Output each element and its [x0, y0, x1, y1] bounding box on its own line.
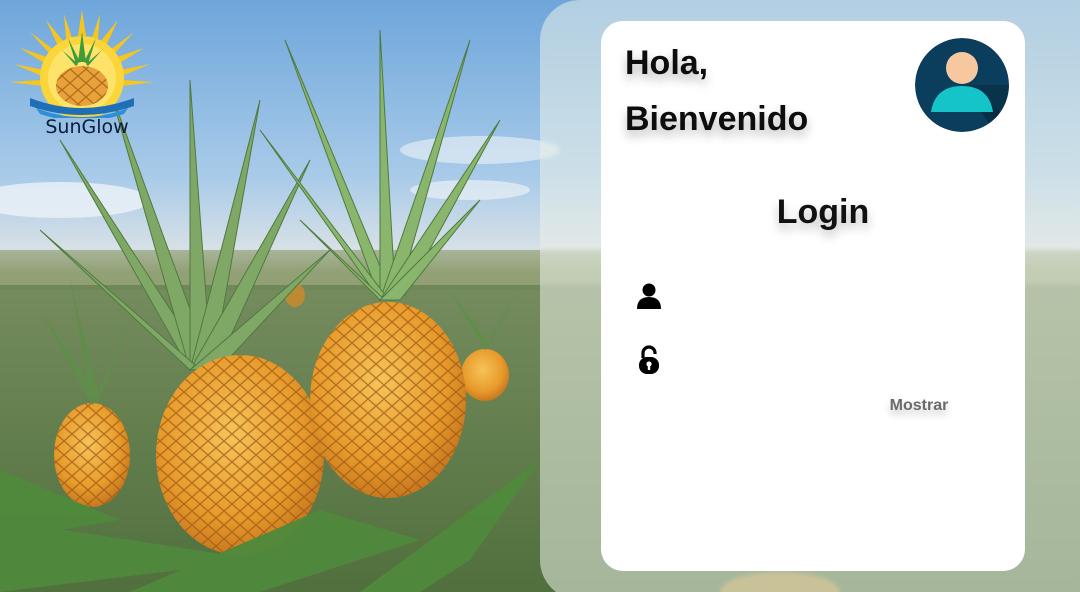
login-screen: SunGlow Hola, Bienvenido Login Mostrar — [0, 0, 1080, 592]
show-password-button[interactable]: Mostrar — [883, 395, 955, 417]
password-field — [635, 342, 985, 378]
greeting-heading: Hola, Bienvenido — [625, 35, 808, 147]
greeting-line1: Hola, — [625, 44, 709, 82]
username-input[interactable] — [677, 280, 985, 312]
username-field — [635, 278, 985, 314]
brand-name: SunGlow — [45, 116, 129, 138]
padlock-icon — [635, 345, 663, 374]
sungglow-logo: SunGlow — [6, 6, 158, 140]
sun-pineapple-logo — [10, 10, 154, 121]
password-input[interactable] — [677, 344, 985, 376]
greeting-line2: Bienvenido — [625, 100, 809, 138]
login-card: Hola, Bienvenido Login Mostrar — [601, 21, 1025, 571]
user-avatar-icon — [915, 38, 1009, 132]
login-title: Login — [776, 193, 870, 231]
user-icon — [635, 282, 663, 310]
